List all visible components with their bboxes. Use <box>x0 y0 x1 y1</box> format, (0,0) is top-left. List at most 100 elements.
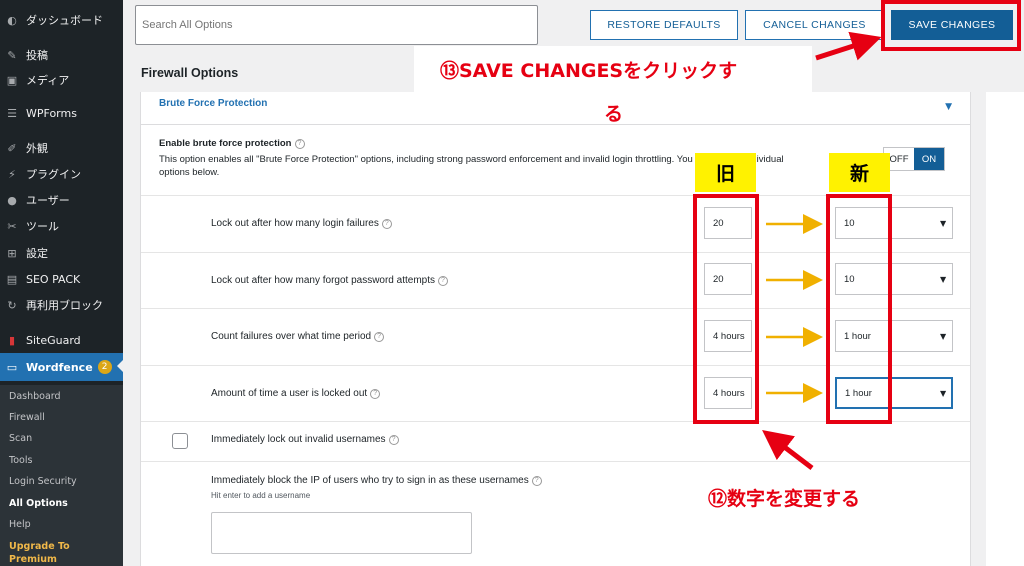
cancel-changes-button[interactable]: CANCEL CHANGES <box>745 10 884 40</box>
new-values-label: 新 <box>829 153 890 192</box>
caret-down-icon[interactable]: ▼ <box>945 102 952 112</box>
block-ip-hint: Hit enter to add a username <box>211 491 311 500</box>
row-label-text: Count failures over what time period <box>211 331 372 342</box>
sidebar-item-label: メディア <box>26 74 70 87</box>
sidebar-item-label: ユーザー <box>26 194 70 207</box>
wordfence-icon: ▭ <box>6 360 18 374</box>
sidebar-item-label: 設定 <box>26 247 48 260</box>
submenu-scan[interactable]: Scan <box>9 433 32 444</box>
reuse-block-icon: ↻ <box>7 298 17 312</box>
upgrade-line-2: Premium <box>9 554 57 565</box>
submenu-all-options[interactable]: All Options <box>9 498 68 509</box>
row-label: Count failures over what time period? <box>211 331 385 342</box>
panel-header[interactable]: Brute Force Protection ▼ <box>141 92 970 125</box>
brush-icon: ✐ <box>7 141 17 155</box>
toggle-on[interactable]: ON <box>914 148 944 170</box>
brute-force-toggle[interactable]: OFF ON <box>883 147 945 171</box>
block-ip-text: Immediately block the IP of users who tr… <box>211 475 529 486</box>
row-label: Amount of time a user is locked out? <box>211 388 381 399</box>
invalid-usernames-text: Immediately lock out invalid usernames <box>211 434 386 445</box>
chevron-down-icon[interactable]: ▼ <box>940 389 946 398</box>
invalid-usernames-label: Immediately lock out invalid usernames? <box>211 434 399 445</box>
sidebar-item-label: 投稿 <box>26 49 48 62</box>
sidebar-item-tools[interactable]: ✂ ツール <box>0 213 123 239</box>
sidebar-item-seo-pack[interactable]: ▤ SEO PACK <box>0 266 123 292</box>
username-tags-input[interactable] <box>211 512 472 554</box>
description-line-1: This option enables all "Brute Force Pro… <box>159 154 784 165</box>
block-ip-label: Immediately block the IP of users who tr… <box>211 475 542 486</box>
sidebar-item-label: プラグイン <box>26 168 81 181</box>
sidebar-item-label: 再利用ブロック <box>26 299 103 312</box>
sidebar-item-wordfence[interactable]: ▭ Wordfence 2 <box>0 353 124 381</box>
chevron-down-icon[interactable]: ▼ <box>940 219 946 228</box>
sidebar-item-posts[interactable]: ✎ 投稿 <box>0 42 123 68</box>
media-icon: ▣ <box>6 73 18 87</box>
help-icon[interactable]: ? <box>388 435 399 445</box>
submenu-firewall[interactable]: Firewall <box>9 412 45 423</box>
sidebar-item-media[interactable]: ▣ メディア <box>0 67 123 93</box>
sidebar-item-plugins[interactable]: ⚡ プラグイン <box>0 161 123 187</box>
submenu-login-security[interactable]: Login Security <box>9 476 77 487</box>
restore-defaults-button[interactable]: RESTORE DEFAULTS <box>590 10 738 40</box>
submenu-upgrade-premium[interactable]: Upgrade To Premium <box>9 540 70 566</box>
old-values-label: 旧 <box>695 153 756 192</box>
description-line-2: options below. <box>159 167 220 178</box>
sidebar-item-label: SEO PACK <box>26 272 81 286</box>
sidebar-item-label: SiteGuard <box>26 333 81 347</box>
wordfence-submenu: Dashboard Firewall Scan Tools Login Secu… <box>0 385 123 566</box>
sidebar-item-label: ツール <box>26 220 59 233</box>
active-indicator <box>117 359 124 373</box>
panel-header-title: Brute Force Protection <box>159 98 268 109</box>
wrench-icon: ✂ <box>7 219 17 233</box>
help-icon[interactable]: ? <box>370 389 381 399</box>
row-label-text: Amount of time a user is locked out <box>211 388 368 399</box>
page-title: Firewall Options <box>141 66 239 80</box>
chevron-down-icon[interactable]: ▼ <box>940 332 946 341</box>
save-instruction-text-line2: る <box>604 103 624 125</box>
user-icon: ● <box>7 193 17 207</box>
help-icon[interactable]: ? <box>381 219 392 229</box>
help-icon[interactable]: ? <box>438 276 448 286</box>
submenu-tools[interactable]: Tools <box>9 455 32 466</box>
search-options-input[interactable] <box>135 5 538 45</box>
change-instruction-text: ⑫数字を変更する <box>708 488 861 510</box>
sidebar-item-wpforms[interactable]: ☰ WPForms <box>0 100 123 126</box>
sidebar-item-siteguard[interactable]: ▮ SiteGuard <box>0 327 123 353</box>
help-icon[interactable]: ? <box>374 332 385 342</box>
sidebar-item-label: WPForms <box>26 106 77 120</box>
right-panel-strip <box>986 92 1024 566</box>
sidebar-item-reusable-blocks[interactable]: ↻ 再利用ブロック <box>0 292 123 318</box>
settings-icon: ⊞ <box>7 246 17 260</box>
row-label-text: Lock out after how many forgot password … <box>211 275 435 286</box>
invalid-usernames-checkbox[interactable] <box>172 433 188 449</box>
save-instruction-text-line1: ⑬SAVE CHANGESをクリックす <box>440 60 738 82</box>
enable-brute-force-description: This option enables all "Brute Force Pro… <box>159 153 879 179</box>
row-label: Lock out after how many login failures? <box>211 218 392 229</box>
old-values-highlight-box <box>693 194 759 424</box>
sidebar-item-appearance[interactable]: ✐ 外観 <box>0 135 123 161</box>
enable-brute-force-label: Enable brute force protection <box>159 138 292 149</box>
sidebar-item-label: ダッシュボード <box>26 14 103 27</box>
sidebar-item-settings[interactable]: ⊞ 設定 <box>0 240 123 266</box>
chevron-down-icon[interactable]: ▼ <box>940 275 946 284</box>
help-icon[interactable]: ? <box>531 476 542 486</box>
seo-pack-icon: ▤ <box>6 272 18 286</box>
help-icon[interactable]: ? <box>294 139 305 149</box>
notification-badge: 2 <box>97 360 112 374</box>
row-label: Lock out after how many forgot password … <box>211 275 448 286</box>
dashboard-icon: ◐ <box>7 13 17 27</box>
save-button-highlight-box <box>881 0 1021 51</box>
sidebar-item-dashboard[interactable]: ◐ ダッシュボード <box>0 7 123 33</box>
enable-brute-force-title: Enable brute force protection? <box>159 138 305 149</box>
pin-icon: ✎ <box>7 48 17 62</box>
sidebar-item-label: 外観 <box>26 142 48 155</box>
siteguard-icon: ▮ <box>8 333 16 347</box>
plugin-icon: ⚡ <box>8 167 16 181</box>
form-icon: ☰ <box>7 106 17 120</box>
sidebar-item-users[interactable]: ● ユーザー <box>0 187 123 213</box>
submenu-help[interactable]: Help <box>9 519 31 530</box>
sidebar-item-label: Wordfence <box>26 360 93 374</box>
arrow-icon <box>815 31 882 61</box>
submenu-dashboard[interactable]: Dashboard <box>9 391 61 402</box>
admin-sidebar: ◐ ダッシュボード ✎ 投稿 ▣ メディア ☰ WPForms ✐ 外観 ⚡ プラグイン ●… <box>0 0 124 566</box>
